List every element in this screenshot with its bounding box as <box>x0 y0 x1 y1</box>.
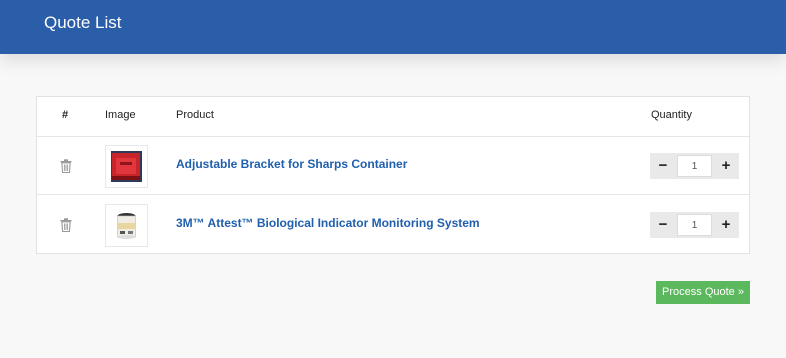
column-header-image: Image <box>105 109 136 121</box>
table-header: # Image Product Quantity <box>37 97 749 137</box>
page-header: Quote List <box>0 0 786 54</box>
quantity-stepper: − + <box>650 212 739 238</box>
table-row: Adjustable Bracket for Sharps Container … <box>37 137 749 195</box>
product-image[interactable] <box>105 145 148 188</box>
table-row: 3M™ Attest™ Biological Indicator Monitor… <box>37 196 749 254</box>
quantity-stepper: − + <box>650 153 739 179</box>
column-header-hash: # <box>62 109 69 121</box>
column-header-quantity: Quantity <box>651 109 692 121</box>
increase-quantity-button[interactable]: + <box>713 212 739 238</box>
product-link[interactable]: Adjustable Bracket for Sharps Container <box>176 157 407 171</box>
process-quote-button[interactable]: Process Quote » <box>656 281 750 304</box>
indicator-vial-thumbnail-icon <box>117 213 136 239</box>
trash-icon[interactable] <box>60 159 72 173</box>
column-header-product: Product <box>176 109 214 121</box>
product-link[interactable]: 3M™ Attest™ Biological Indicator Monitor… <box>176 216 480 230</box>
trash-icon[interactable] <box>60 218 72 232</box>
product-image[interactable] <box>105 204 148 247</box>
quantity-input[interactable] <box>677 214 712 236</box>
decrease-quantity-button[interactable]: − <box>650 212 676 238</box>
increase-quantity-button[interactable]: + <box>713 153 739 179</box>
red-bracket-thumbnail-icon <box>111 151 142 182</box>
decrease-quantity-button[interactable]: − <box>650 153 676 179</box>
quote-table: # Image Product Quantity Adjustable Brac… <box>36 96 750 254</box>
page-title: Quote List <box>44 13 122 32</box>
quantity-input[interactable] <box>677 155 712 177</box>
